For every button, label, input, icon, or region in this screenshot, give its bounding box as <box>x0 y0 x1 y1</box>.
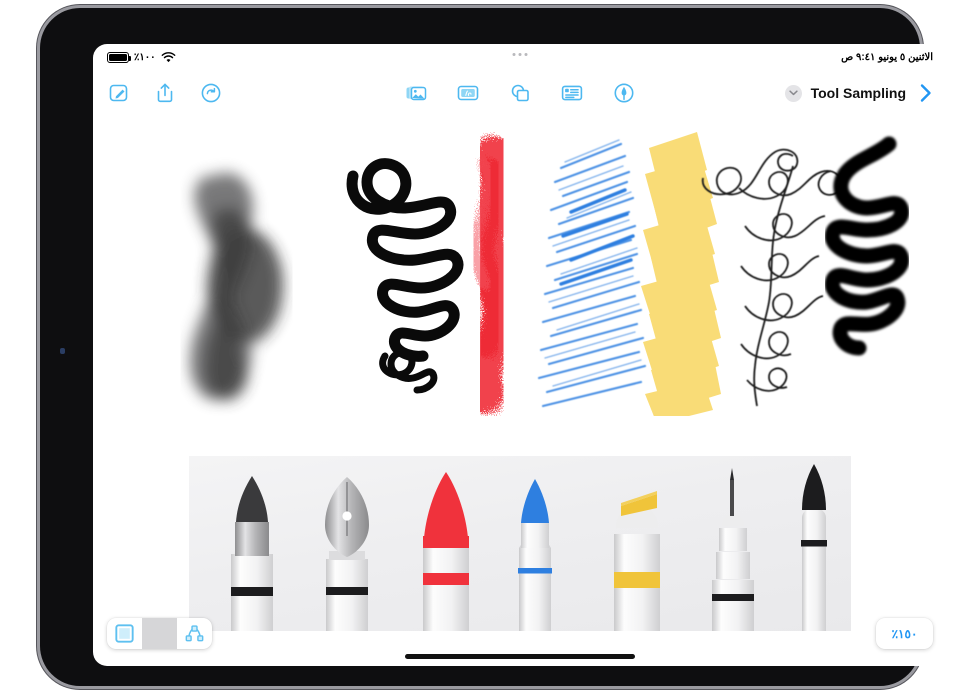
tools-strip <box>189 456 851 649</box>
tool-highlighter <box>614 491 660 649</box>
tool-crayon <box>423 472 469 649</box>
path-nodes-button[interactable] <box>177 618 212 649</box>
battery-percentage-label: ٪١٠٠ <box>134 51 156 63</box>
share-icon[interactable] <box>153 81 177 105</box>
stroke-calligraphy-black <box>346 158 464 394</box>
chevron-down-icon[interactable] <box>784 84 802 102</box>
stroke-highlighter-yellow <box>641 132 721 416</box>
tool-brush <box>231 476 273 649</box>
tool-marker <box>801 464 827 649</box>
media-library-icon[interactable] <box>404 81 428 105</box>
screen: ٪١٠٠ الاثنين ٥ يونيو ٩:٤١ ص Tool Samplin… <box>93 44 947 666</box>
redo-icon[interactable] <box>199 81 223 105</box>
tool-pencil <box>518 479 552 649</box>
tool-technical-pen <box>712 468 754 649</box>
sticker-icon[interactable] <box>456 81 480 105</box>
frame-grid-icon <box>115 624 134 643</box>
markup-compose-icon[interactable] <box>107 81 131 105</box>
stroke-samples-group <box>189 132 910 416</box>
stroke-crayon-red <box>462 136 522 414</box>
toolbar: Tool Sampling <box>93 70 947 116</box>
battery-full-icon <box>107 51 131 63</box>
stroke-pencil-blue <box>537 139 647 408</box>
controls-divider <box>142 618 177 649</box>
drawing-tool-icon[interactable] <box>612 81 636 105</box>
zoom-level-button[interactable]: ٪١٥٠ <box>876 618 933 649</box>
text-box-icon[interactable] <box>560 81 584 105</box>
bottom-bar: ٪١٥٠ <box>93 618 947 666</box>
path-nodes-icon <box>185 625 204 642</box>
frame-grid-button[interactable] <box>107 618 142 649</box>
canvas-area[interactable] <box>93 116 947 649</box>
tool-illustrations <box>231 464 827 649</box>
status-bar: ٪١٠٠ الاثنين ٥ يونيو ٩:٤١ ص <box>93 44 947 70</box>
stroke-marker-black <box>824 136 910 356</box>
document-title: Tool Sampling <box>810 85 906 101</box>
device-side-button[interactable] <box>60 348 65 354</box>
left-controls-group <box>107 618 212 649</box>
wifi-icon <box>161 51 175 62</box>
chevron-right-icon[interactable] <box>919 82 933 104</box>
status-datetime-label: الاثنين ٥ يونيو ٩:٤١ ص <box>841 51 933 63</box>
tool-fountain-pen <box>325 477 369 649</box>
shapes-icon[interactable] <box>508 81 532 105</box>
stroke-technical-black <box>701 148 843 407</box>
home-indicator[interactable] <box>405 654 635 659</box>
camera-dots-icon <box>512 53 528 56</box>
device-frame: ٪١٠٠ الاثنين ٥ يونيو ٩:٤١ ص Tool Samplin… <box>40 8 947 686</box>
stroke-watercolor-grey <box>189 172 283 401</box>
